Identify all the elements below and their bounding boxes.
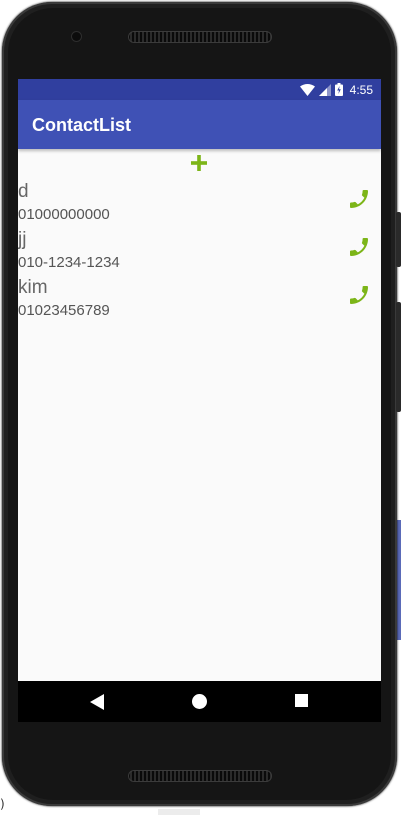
contact-name: jj: [18, 229, 27, 250]
contact-phone: 01000000000: [18, 206, 110, 223]
app-bar: ContactList: [18, 100, 381, 149]
status-time: 4:55: [349, 82, 373, 97]
plus-icon: [191, 155, 207, 171]
cell-signal-icon: [318, 83, 331, 96]
contact-list: d 01000000000 jj 010-1234-1234 kim 01023…: [18, 179, 381, 323]
back-icon[interactable]: [90, 694, 104, 710]
phone-call-icon[interactable]: [347, 235, 371, 259]
list-item[interactable]: kim 01023456789: [18, 275, 381, 323]
wifi-icon: [299, 83, 315, 96]
home-icon[interactable]: [192, 694, 207, 709]
navigation-bar: [18, 681, 381, 722]
contact-name: kim: [18, 277, 48, 298]
status-icons: 4:55: [299, 82, 373, 97]
front-camera: [72, 32, 81, 41]
list-item[interactable]: d 01000000000: [18, 179, 381, 227]
device-screen: 4:55 ContactList d 01000000000 jj 010-12…: [18, 79, 381, 722]
background-text-fragment: ): [0, 797, 5, 811]
bottom-speaker-grille: [128, 770, 272, 782]
background-tab: [158, 809, 200, 815]
contact-phone: 010-1234-1234: [18, 254, 120, 271]
add-contact-button[interactable]: [189, 154, 209, 172]
power-button[interactable]: [396, 212, 401, 267]
contact-phone: 01023456789: [18, 302, 110, 319]
list-item[interactable]: jj 010-1234-1234: [18, 227, 381, 275]
recents-icon[interactable]: [295, 694, 308, 707]
phone-call-icon[interactable]: [347, 283, 371, 307]
status-bar: 4:55: [18, 79, 381, 100]
top-speaker-grille: [128, 31, 272, 43]
phone-call-icon[interactable]: [347, 187, 371, 211]
battery-icon: [334, 83, 343, 96]
volume-button[interactable]: [396, 302, 401, 412]
contact-name: d: [18, 181, 29, 202]
app-title: ContactList: [32, 115, 131, 135]
